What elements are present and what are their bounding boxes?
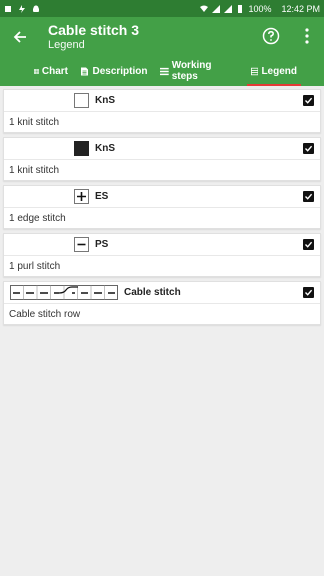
- battery-icon: [238, 4, 243, 13]
- grid-icon: [34, 68, 39, 74]
- arrow-back-icon: [13, 30, 26, 43]
- notification-icon: [5, 5, 11, 12]
- white-square-icon: [74, 93, 89, 108]
- wifi-icon: [200, 5, 209, 12]
- tab-working-steps[interactable]: Working steps: [156, 56, 242, 86]
- legend-item[interactable]: Cable stitch Cable stitch row: [3, 281, 321, 325]
- tab-chart-label: Chart: [41, 65, 68, 77]
- legend-list: KnS 1 knit stitch KnS 1 knit stitch ES 1…: [3, 89, 321, 325]
- legend-item[interactable]: KnS 1 knit stitch: [3, 89, 321, 133]
- legend-description: Cable stitch row: [9, 308, 81, 320]
- legend-abbr: ES: [95, 191, 109, 202]
- back-button[interactable]: [2, 17, 38, 56]
- legend-abbr: Cable stitch: [124, 287, 181, 298]
- tab-working-steps-label: Working steps: [171, 60, 212, 82]
- tab-chart[interactable]: Chart: [30, 56, 72, 86]
- check-icon: [305, 97, 313, 104]
- legend-checkbox[interactable]: [303, 143, 314, 154]
- legend-content: KnS 1 knit stitch KnS 1 knit stitch ES 1…: [0, 86, 324, 576]
- list-icon: [160, 67, 169, 75]
- minus-icon: [74, 237, 89, 252]
- app-bar: Cable stitch 3 Legend: [0, 17, 324, 56]
- legend-item[interactable]: ES 1 edge stitch: [3, 185, 321, 229]
- tab-bar: Chart Description Working steps Legend: [0, 56, 324, 86]
- battery-percent: 100%: [248, 3, 272, 14]
- cable-row-icon: [10, 285, 118, 300]
- legend-icon: [251, 67, 259, 75]
- check-icon: [305, 241, 313, 248]
- signal-icon: [212, 4, 221, 13]
- lightning-icon: [19, 4, 25, 13]
- check-icon: [305, 145, 313, 152]
- check-icon: [305, 193, 313, 200]
- legend-checkbox[interactable]: [303, 95, 314, 106]
- tab-description-label: Description: [92, 65, 148, 77]
- legend-description: 1 edge stitch: [9, 212, 66, 224]
- clock: 12:42 PM: [281, 3, 320, 14]
- document-icon: [81, 67, 89, 75]
- legend-item[interactable]: KnS 1 knit stitch: [3, 137, 321, 181]
- tab-legend[interactable]: Legend: [247, 56, 301, 86]
- black-square-icon: [74, 141, 89, 156]
- check-icon: [305, 289, 313, 296]
- legend-abbr: KnS: [95, 143, 115, 154]
- more-options-icon[interactable]: [304, 27, 310, 45]
- legend-checkbox[interactable]: [303, 191, 314, 202]
- tab-description[interactable]: Description: [76, 56, 152, 86]
- legend-checkbox[interactable]: [303, 287, 314, 298]
- help-icon[interactable]: [262, 27, 280, 45]
- android-icon: [33, 5, 39, 12]
- legend-description: 1 knit stitch: [9, 164, 60, 176]
- legend-description: 1 knit stitch: [9, 116, 60, 128]
- legend-abbr: PS: [95, 239, 109, 250]
- status-bar: 100% 12:42 PM: [0, 0, 324, 17]
- plus-icon: [74, 189, 89, 204]
- page-title: Cable stitch 3: [48, 21, 140, 38]
- tab-legend-label: Legend: [261, 65, 297, 77]
- legend-checkbox[interactable]: [303, 239, 314, 250]
- signal-icon-2: [224, 4, 233, 13]
- legend-abbr: KnS: [95, 95, 115, 106]
- legend-item[interactable]: PS 1 purl stitch: [3, 233, 321, 277]
- legend-description: 1 purl stitch: [9, 260, 61, 272]
- page-subtitle: Legend: [48, 38, 85, 51]
